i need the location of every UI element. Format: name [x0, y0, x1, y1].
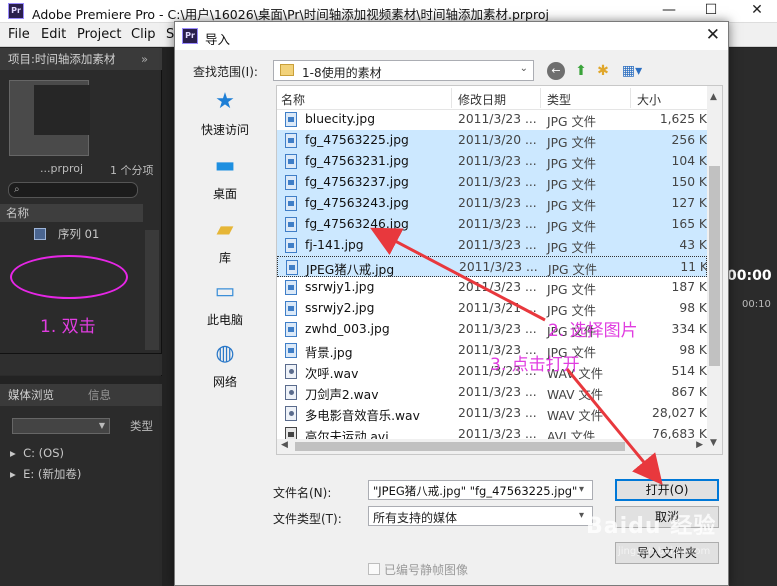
arrow-select-images [370, 227, 546, 322]
arrow-click-open [565, 368, 663, 485]
annotation-step3: 3. 点击打开 [490, 355, 580, 375]
annotation-arrows [370, 227, 663, 485]
annotation-step2: 2. 选择图片 [548, 321, 638, 341]
